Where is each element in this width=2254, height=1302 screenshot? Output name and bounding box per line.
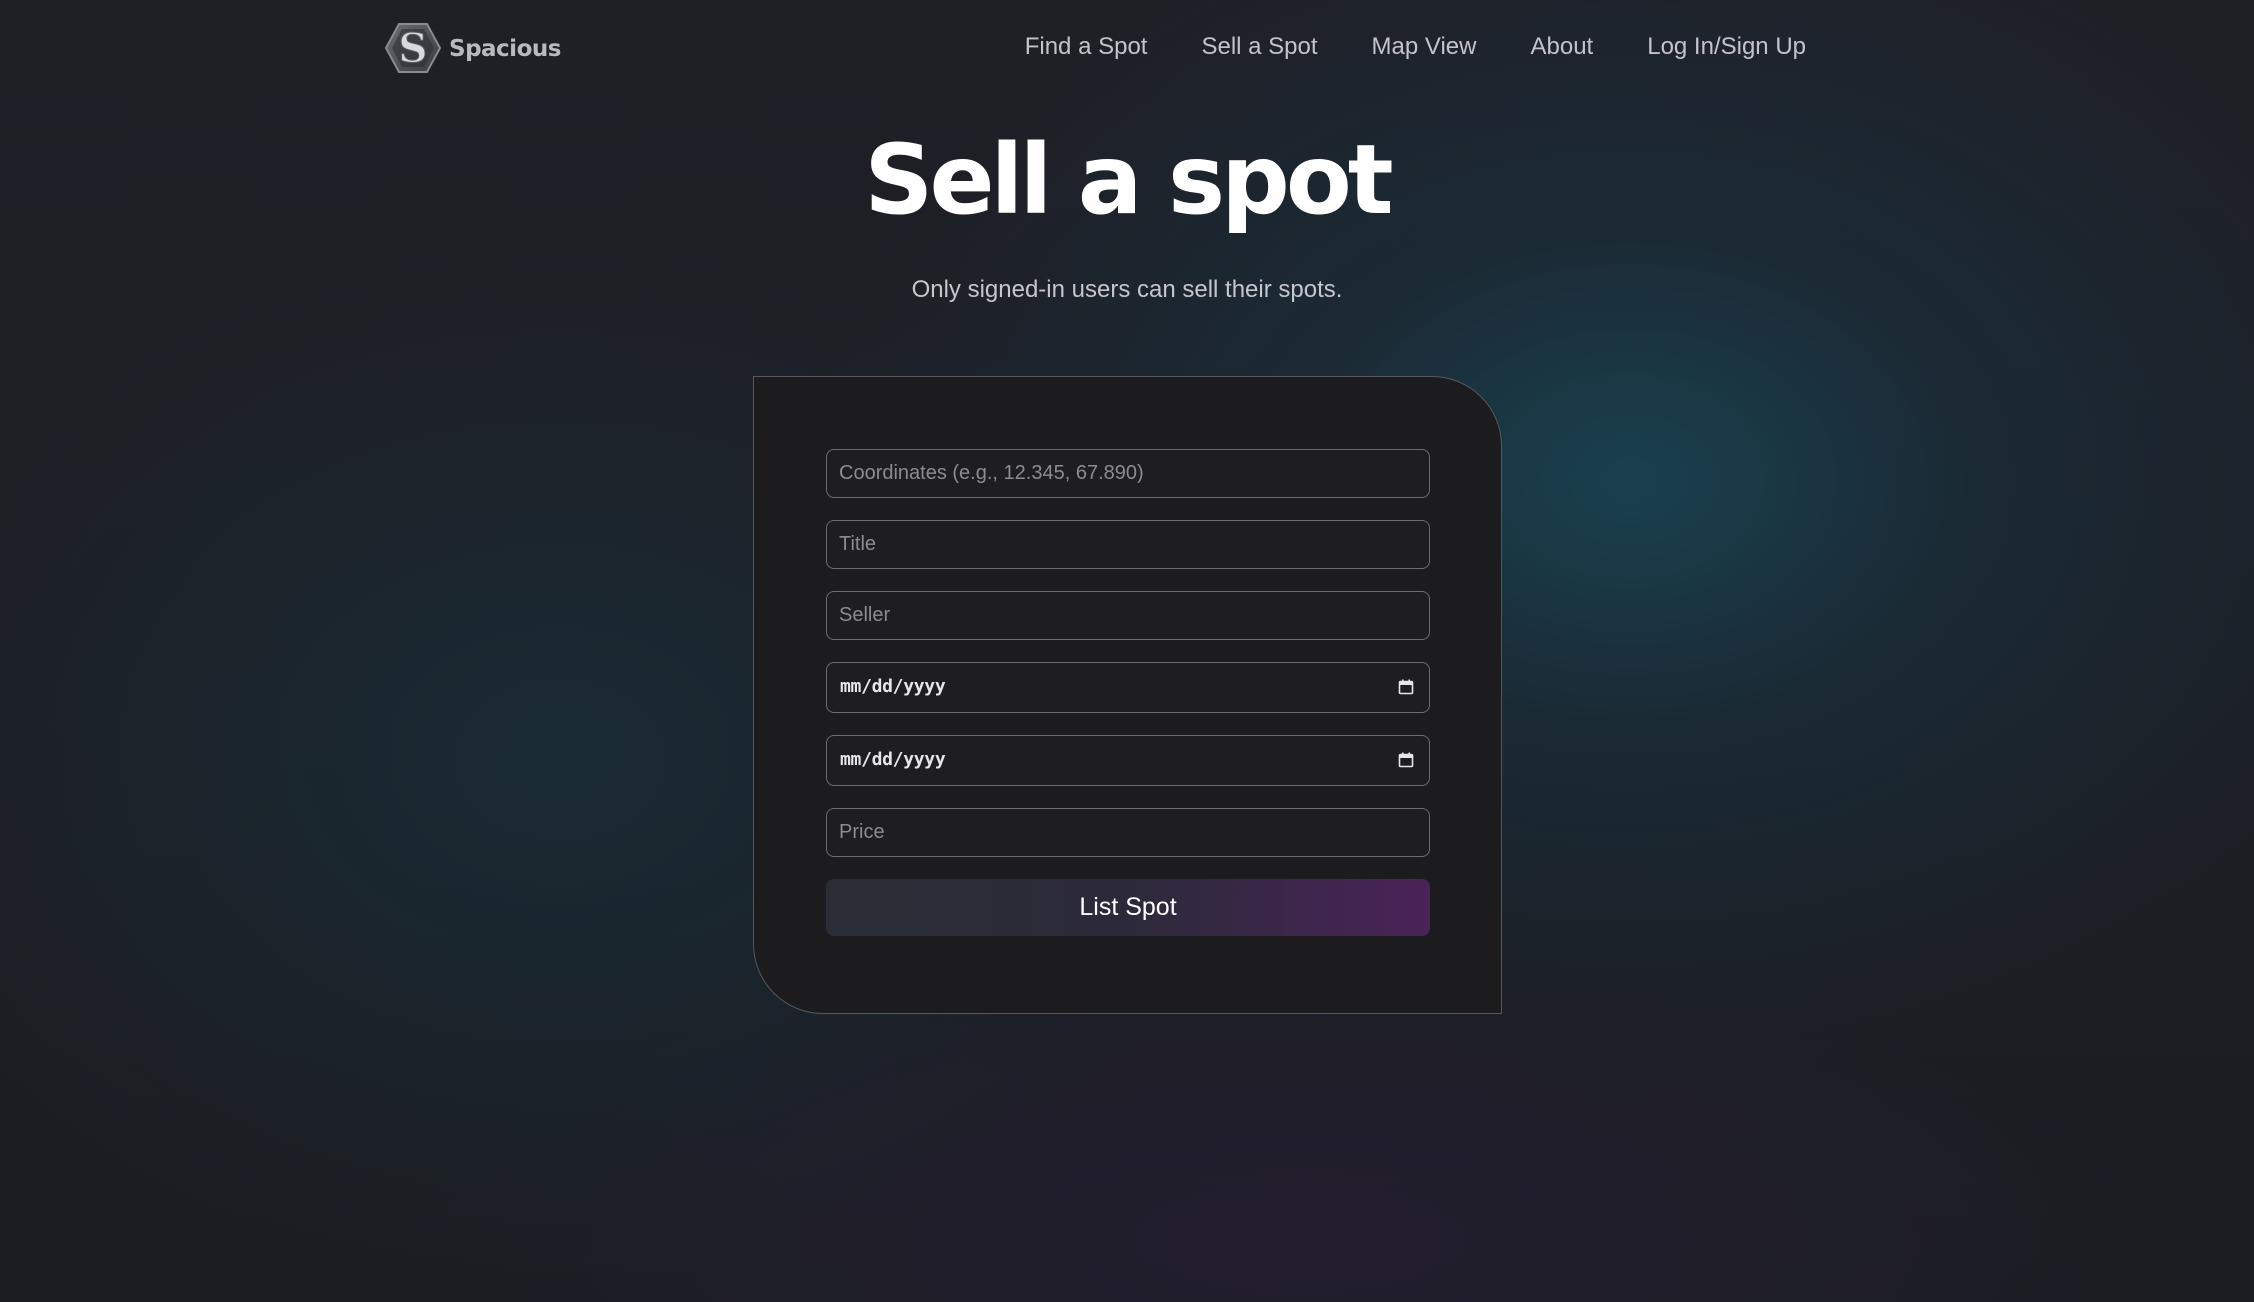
svg-text:S: S (399, 25, 428, 72)
logo-s-icon: S (384, 23, 442, 73)
end-date-value: mm/dd/yyyy (840, 749, 946, 770)
coordinates-input[interactable] (826, 449, 1430, 498)
nav-find-a-spot[interactable]: Find a Spot (1025, 26, 1148, 68)
nav-about[interactable]: About (1531, 26, 1594, 68)
nav-sell-a-spot[interactable]: Sell a Spot (1201, 26, 1317, 68)
logo[interactable]: S Spacious (383, 20, 561, 76)
start-date-input[interactable]: mm/dd/yyyy (826, 662, 1430, 713)
nav-login-signup[interactable]: Log In/Sign Up (1647, 26, 1806, 68)
site-header: S Spacious Find a Spot Sell a Spot Map V… (0, 0, 2254, 96)
calendar-icon[interactable] (1398, 752, 1414, 768)
seller-input[interactable] (826, 591, 1430, 640)
nav-map-view[interactable]: Map View (1372, 26, 1477, 68)
end-date-input[interactable]: mm/dd/yyyy (826, 735, 1430, 786)
main-nav: Find a Spot Sell a Spot Map View About L… (1025, 26, 1806, 68)
page-title: Sell a spot (864, 124, 1393, 236)
logo-text: Spacious (449, 36, 561, 62)
sell-spot-form: mm/dd/yyyy mm/dd/yyyy List Spot (753, 376, 1502, 1014)
page-subtitle: Only signed-in users can sell their spot… (911, 276, 1343, 303)
calendar-icon[interactable] (1398, 679, 1414, 695)
price-input[interactable] (826, 808, 1430, 857)
list-spot-button[interactable]: List Spot (826, 879, 1430, 936)
start-date-value: mm/dd/yyyy (840, 676, 946, 697)
title-input[interactable] (826, 520, 1430, 569)
